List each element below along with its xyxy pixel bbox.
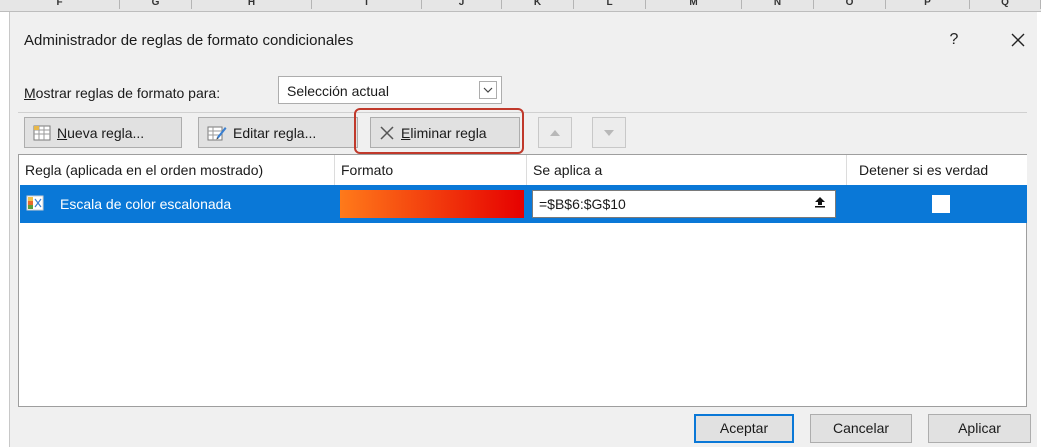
conditional-format-rules-dialog: Administrador de reglas de formato condi…	[10, 12, 1037, 447]
rule-row[interactable]: Escala de color escalonada =$B$6:$G$10	[20, 185, 1027, 223]
column-header[interactable]: Q	[970, 0, 1041, 9]
rules-list: Regla (aplicada en el orden mostrado) Fo…	[18, 154, 1027, 407]
column-header[interactable]: K	[502, 0, 574, 9]
accept-button[interactable]: Aceptar	[694, 414, 794, 443]
edit-rule-icon	[207, 126, 227, 140]
move-up-button[interactable]	[538, 117, 572, 148]
close-icon	[1011, 33, 1025, 47]
applies-to-value: =$B$6:$G$10	[539, 196, 626, 212]
dropdown-arrow[interactable]	[479, 81, 497, 99]
chevron-down-icon	[483, 87, 493, 93]
edit-rule-label-text: Editar regla	[233, 124, 305, 141]
column-header[interactable]: H	[192, 0, 312, 9]
column-header[interactable]: N	[742, 0, 814, 9]
new-rule-label: Nueva regla...	[57, 125, 144, 141]
new-rule-icon	[33, 125, 51, 140]
delete-rule-highlight	[354, 108, 524, 154]
column-header-applies-to[interactable]: Se aplica a	[527, 155, 847, 185]
new-rule-accesskey: N	[57, 124, 68, 141]
column-header-stop-if-true[interactable]: Detener si es verdad	[847, 155, 1027, 185]
sheet-left-edge	[0, 12, 10, 447]
column-header[interactable]: G	[120, 0, 192, 9]
new-rule-button[interactable]: Nueva regla...	[24, 117, 182, 148]
column-header[interactable]: I	[312, 0, 422, 9]
show-rules-label-text: ostrar reglas de formato para:	[35, 85, 221, 101]
cancel-button[interactable]: Cancelar	[810, 414, 912, 443]
format-preview-swatch	[340, 190, 524, 218]
column-header[interactable]: J	[422, 0, 502, 9]
range-collapse-button[interactable]	[811, 195, 829, 213]
edit-rule-label: Editar regla...	[233, 125, 316, 141]
new-rule-label-text: ueva regla...	[67, 124, 145, 141]
column-header[interactable]: P	[886, 0, 970, 9]
sheet-right-edge	[1037, 12, 1041, 447]
close-button[interactable]	[1004, 26, 1032, 54]
help-button[interactable]: ?	[940, 26, 968, 54]
collapse-arrow-icon	[815, 197, 825, 208]
edit-rule-button[interactable]: Editar regla...	[198, 117, 358, 148]
show-rules-select[interactable]: Selección actual	[278, 76, 502, 104]
column-header-rule[interactable]: Regla (aplicada en el orden mostrado)	[19, 155, 335, 185]
edit-rule-label-ellipsis: ...	[304, 124, 317, 141]
arrow-down-icon	[604, 129, 614, 136]
column-header[interactable]: L	[574, 0, 646, 9]
show-rules-accesskey: M	[24, 85, 36, 101]
move-down-button[interactable]	[592, 117, 626, 148]
arrow-up-icon	[550, 129, 560, 136]
dialog-title: Administrador de reglas de formato condi…	[24, 32, 354, 49]
apply-button[interactable]: Aplicar	[928, 414, 1031, 443]
show-rules-label: Mostrar reglas de formato para:	[24, 85, 220, 101]
stop-if-true-checkbox[interactable]	[932, 195, 950, 213]
color-scale-rule-icon	[26, 195, 44, 211]
rule-name: Escala de color escalonada	[60, 196, 232, 212]
show-rules-selected-value: Selección actual	[287, 83, 389, 99]
column-header[interactable]: O	[814, 0, 886, 9]
column-header[interactable]: F	[0, 0, 120, 9]
column-header-format[interactable]: Formato	[335, 155, 527, 185]
applies-to-field[interactable]: =$B$6:$G$10	[532, 190, 836, 218]
column-header[interactable]: M	[646, 0, 742, 9]
sheet-column-headers: F G H I J K L M N O P Q	[0, 0, 1041, 12]
